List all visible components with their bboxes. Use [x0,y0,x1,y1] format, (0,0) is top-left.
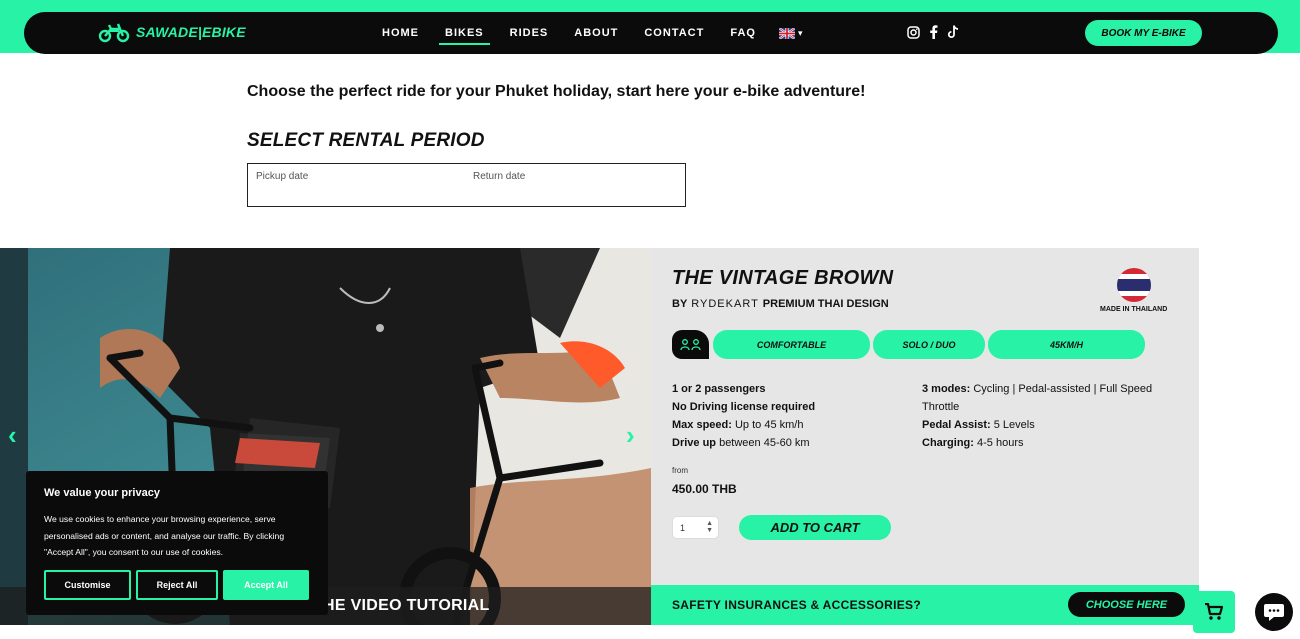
spec-line: Pedal Assist: 5 Levels [922,419,1035,431]
spec-line: 1 or 2 passengers [672,383,766,395]
spec-line: Charging: 4-5 hours [922,437,1024,449]
pickup-date-field[interactable]: Pickup date [256,171,308,182]
chat-icon [1264,604,1284,621]
chat-button[interactable] [1255,593,1293,631]
return-date-field[interactable]: Return date [473,171,525,182]
social-links [906,25,960,39]
cookie-consent-banner: We value your privacy We use cookies to … [26,471,328,615]
quantity-value: 1 [680,522,686,533]
spec-line: Throttle [922,401,960,413]
slider-prev-arrow[interactable]: ‹ [8,420,17,451]
language-selector[interactable]: ▾ [769,27,803,39]
cookie-body: We use cookies to enhance your browsing … [44,514,285,557]
nav-about[interactable]: ABOUT [561,12,631,54]
spec-line: Drive up between 45-60 km [672,437,810,449]
product-title: THE VINTAGE BROWN [672,267,894,289]
choose-here-button[interactable]: CHOOSE HERE [1068,592,1185,617]
tag-speed: 45KM/H [988,330,1145,359]
thai-flag-icon [1117,268,1151,302]
specs-right: 3 modes: Cycling | Pedal-assisted | Full… [922,380,1182,452]
price-from-label: from [672,466,688,475]
cart-icon [1205,603,1224,620]
specs-left: 1 or 2 passengers No Driving license req… [672,380,912,452]
nav-contact[interactable]: CONTACT [631,12,717,54]
design-label: PREMIUM THAI DESIGN [762,298,889,310]
facebook-icon[interactable] [926,25,940,39]
safety-accessories-text: SAFETY INSURANCES & ACCESSORIES? [672,598,921,612]
ebike-logo-icon [98,23,130,43]
spec-line: 3 modes: Cycling | Pedal-assisted | Full… [922,383,1153,395]
cookie-title: We value your privacy [44,487,160,499]
main-nav: HOME BIKES RIDES ABOUT CONTACT FAQ ▾ [369,12,802,54]
nav-faq[interactable]: FAQ [717,12,769,54]
quantity-stepper[interactable]: 1 ▲ ▼ [672,516,719,539]
add-to-cart-button[interactable]: ADD TO CART [739,515,891,540]
nav-rides[interactable]: RIDES [497,12,562,54]
nav-bikes[interactable]: BIKES [432,12,497,54]
rental-period-title: SELECT RENTAL PERIOD [247,130,485,151]
accept-all-button[interactable]: Accept All [223,570,309,600]
stepper-arrows-icon[interactable]: ▲ ▼ [706,520,713,534]
logo[interactable]: SAWADE|EBIKE [98,21,246,43]
navbar: SAWADE|EBIKE HOME BIKES RIDES ABOUT CONT… [24,12,1278,54]
chevron-down-icon: ▾ [797,27,803,38]
brand-name: RYDEKART [691,298,759,310]
video-tutorial-text[interactable]: HE VIDEO TUTORIAL [323,597,493,615]
slider-next-arrow[interactable]: › [626,420,635,451]
spec-line: Max speed: Up to 45 km/h [672,419,804,431]
spec-line: No Driving license required [672,401,816,413]
book-my-ebike-button[interactable]: BOOK MY E-BIKE [1085,20,1202,46]
made-in-thailand-label: MADE IN THAILAND [1100,306,1168,313]
uk-flag-icon [778,27,795,39]
passengers-icon [672,330,709,359]
by-label: BY [672,298,688,310]
rental-date-picker[interactable]: Pickup date Return date [247,163,686,207]
product-brand-line: BY RYDEKART PREMIUM THAI DESIGN [672,298,889,310]
tag-comfortable: COMFORTABLE [713,330,870,359]
logo-text: SAWADE|EBIKE [136,24,246,40]
floating-cart-button[interactable] [1193,591,1235,633]
instagram-icon[interactable] [906,25,920,39]
customise-button[interactable]: Customise [44,570,131,600]
product-price: 450.00 THB [672,482,737,496]
nav-home[interactable]: HOME [369,12,432,54]
reject-all-button[interactable]: Reject All [136,570,218,600]
tag-solo-duo: SOLO / DUO [873,330,985,359]
intro-text: Choose the perfect ride for your Phuket … [247,83,866,100]
tiktok-icon[interactable] [946,25,960,39]
